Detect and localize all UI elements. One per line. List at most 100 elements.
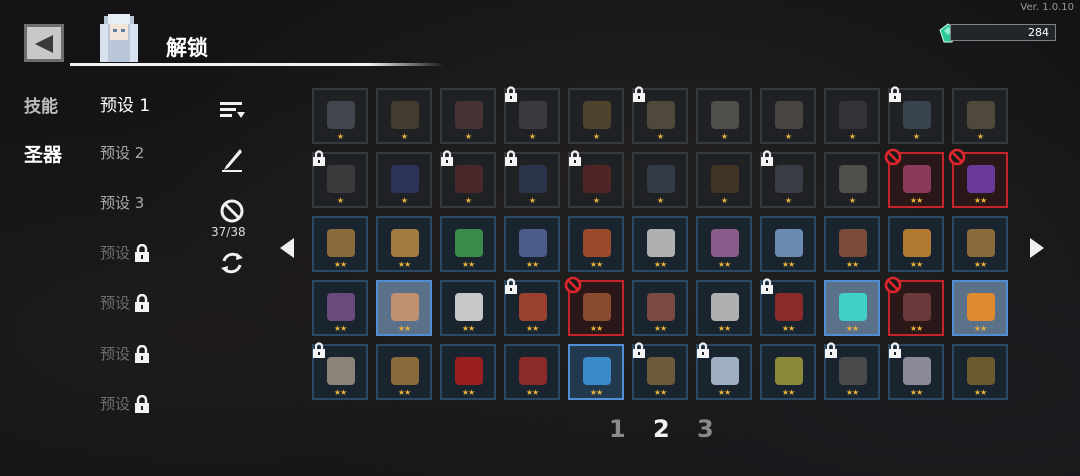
- quill-icon[interactable]: [218, 146, 246, 174]
- prev-page-arrow[interactable]: [280, 238, 294, 258]
- relic-slot[interactable]: ★: [376, 88, 432, 144]
- relic-slot[interactable]: ★★: [760, 278, 816, 336]
- preset-6-locked[interactable]: 预设: [100, 343, 152, 364]
- relic-slot[interactable]: ★: [376, 152, 432, 208]
- relic-slot[interactable]: ★★: [824, 280, 880, 336]
- relic-slot[interactable]: ★★: [376, 344, 432, 400]
- lock-icon: [695, 342, 711, 358]
- rarity-stars: ★★: [717, 388, 731, 397]
- rarity-stars: ★★: [589, 388, 603, 397]
- page-2[interactable]: 2: [653, 415, 670, 443]
- sort-icon[interactable]: [218, 96, 246, 124]
- relic-slot[interactable]: ★★: [312, 280, 368, 336]
- relic-slot[interactable]: ★: [696, 152, 752, 208]
- rarity-stars: ★: [528, 132, 536, 141]
- preset-4-locked[interactable]: 预设: [100, 242, 152, 263]
- preset-2[interactable]: 预设 2: [100, 142, 144, 163]
- relic-slot[interactable]: ★★: [632, 342, 688, 400]
- relic-slot[interactable]: ★: [632, 152, 688, 208]
- preset-label: 预设: [100, 244, 131, 262]
- relic-slot[interactable]: ★: [824, 88, 880, 144]
- relic-slot[interactable]: ★: [632, 86, 688, 144]
- relic-slot[interactable]: ★★: [948, 148, 1008, 208]
- relic-item-icon: [775, 101, 803, 129]
- relic-slot[interactable]: ★★: [632, 280, 688, 336]
- rarity-stars: ★: [656, 132, 664, 141]
- relic-slot[interactable]: ★: [696, 88, 752, 144]
- relic-item-icon: [327, 293, 355, 321]
- rarity-stars: ★★: [589, 260, 603, 269]
- relic-slot[interactable]: ★★: [504, 216, 560, 272]
- rarity-stars: ★★: [781, 388, 795, 397]
- relic-slot[interactable]: ★: [312, 88, 368, 144]
- relic-slot[interactable]: ★★: [564, 276, 624, 336]
- relic-slot[interactable]: ★★: [695, 342, 752, 400]
- relic-slot[interactable]: ★: [824, 152, 880, 208]
- page-title: 解锁: [166, 36, 208, 60]
- relic-slot[interactable]: ★★: [568, 216, 624, 272]
- lock-icon: [759, 150, 775, 166]
- relic-slot[interactable]: ★★: [824, 342, 880, 400]
- relic-item-icon: [455, 293, 483, 321]
- category-skills[interactable]: 技能: [24, 92, 58, 117]
- relic-slot[interactable]: ★★: [632, 216, 688, 272]
- relic-slot[interactable]: ★: [504, 150, 560, 208]
- relic-item-icon: [903, 229, 931, 257]
- relic-slot[interactable]: ★★: [440, 344, 496, 400]
- relic-slot[interactable]: ★★: [884, 148, 944, 208]
- relic-slot[interactable]: ★★: [504, 278, 560, 336]
- preset-1[interactable]: 预设 1: [100, 91, 150, 116]
- page-1[interactable]: 1: [609, 415, 626, 443]
- category-relics[interactable]: 圣器: [24, 140, 62, 167]
- relic-slot[interactable]: ★★: [884, 276, 944, 336]
- relic-slot[interactable]: ★: [759, 150, 816, 208]
- back-button[interactable]: [24, 24, 64, 62]
- next-page-arrow[interactable]: [1030, 238, 1044, 258]
- relic-slot[interactable]: ★★: [952, 344, 1008, 400]
- page-3[interactable]: 3: [697, 415, 714, 443]
- relic-slot[interactable]: ★: [568, 150, 624, 208]
- relic-slot[interactable]: ★★: [376, 216, 432, 272]
- rarity-stars: ★: [464, 196, 472, 205]
- relic-slot[interactable]: ★★: [760, 216, 816, 272]
- relic-slot[interactable]: ★★: [568, 344, 624, 400]
- relic-slot[interactable]: ★★: [952, 216, 1008, 272]
- relic-slot[interactable]: ★★: [440, 280, 496, 336]
- lock-icon: [135, 394, 150, 413]
- relic-slot[interactable]: ★★: [952, 280, 1008, 336]
- relic-item-icon: [903, 165, 931, 193]
- relic-slot[interactable]: ★: [952, 88, 1008, 144]
- relic-slot[interactable]: ★★: [312, 342, 368, 400]
- relic-slot[interactable]: ★: [568, 88, 624, 144]
- relic-slot[interactable]: ★★: [504, 344, 560, 400]
- rarity-stars: ★★: [717, 260, 731, 269]
- rarity-stars: ★★: [333, 388, 347, 397]
- relic-slot[interactable]: ★: [760, 88, 816, 144]
- preset-7-locked[interactable]: 预设: [100, 393, 152, 414]
- relic-slot[interactable]: ★★: [312, 216, 368, 272]
- relic-item-icon: [967, 229, 995, 257]
- relic-slot[interactable]: ★★: [760, 344, 816, 400]
- relic-slot[interactable]: ★★: [888, 216, 944, 272]
- ban-icon[interactable]: [218, 197, 246, 225]
- relic-slot[interactable]: ★: [440, 88, 496, 144]
- relic-slot[interactable]: ★★: [440, 216, 496, 272]
- preset-label: 预设: [100, 395, 131, 413]
- relic-slot[interactable]: ★: [440, 150, 496, 208]
- preset-5-locked[interactable]: 预设: [100, 292, 152, 313]
- rarity-stars: ★★: [653, 388, 667, 397]
- relic-slot[interactable]: ★★: [888, 342, 944, 400]
- relic-slot[interactable]: ★★: [824, 216, 880, 272]
- relic-item-icon: [519, 229, 547, 257]
- relic-item-icon: [519, 357, 547, 385]
- relic-item-icon: [583, 165, 611, 193]
- relic-slot[interactable]: ★: [888, 86, 944, 144]
- relic-slot[interactable]: ★★: [696, 216, 752, 272]
- relic-slot[interactable]: ★★: [376, 280, 432, 336]
- preset-3[interactable]: 预设 3: [100, 192, 144, 213]
- preset-label: 预设: [100, 294, 131, 312]
- refresh-icon[interactable]: [218, 249, 246, 277]
- relic-slot[interactable]: ★: [504, 86, 560, 144]
- relic-slot[interactable]: ★: [312, 150, 368, 208]
- relic-slot[interactable]: ★★: [696, 280, 752, 336]
